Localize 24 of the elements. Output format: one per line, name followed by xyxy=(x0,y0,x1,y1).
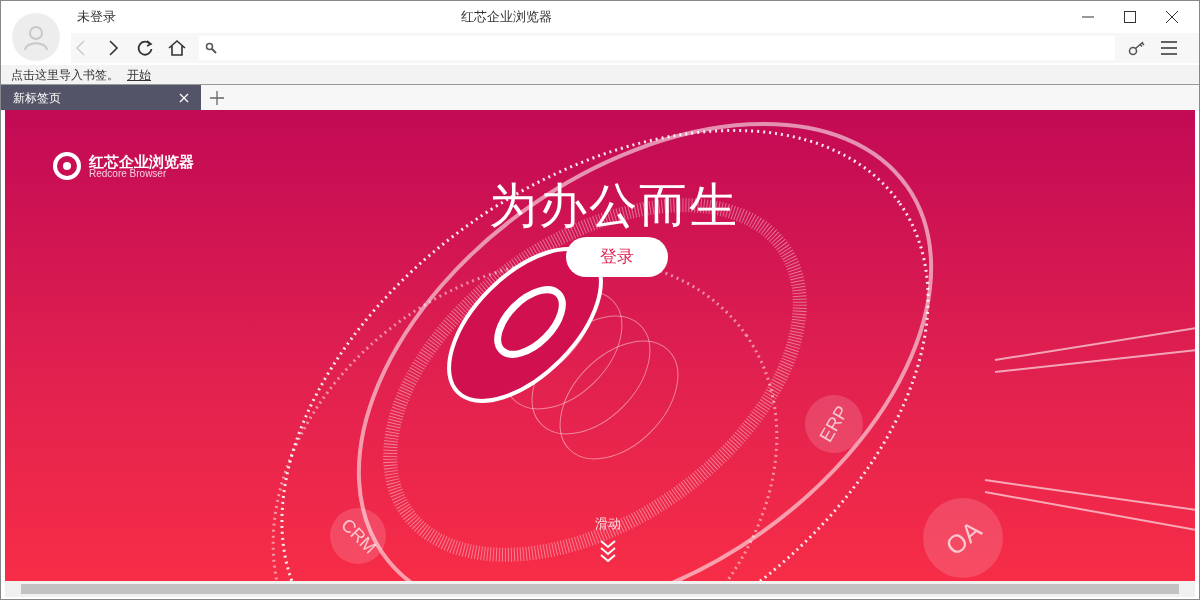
reload-icon[interactable] xyxy=(135,38,155,58)
new-tab-icon[interactable] xyxy=(209,89,225,106)
login-button[interactable]: 登录 xyxy=(566,237,668,277)
start-link[interactable]: 开始 xyxy=(127,65,151,84)
maximize-icon[interactable] xyxy=(1123,10,1137,24)
menu-icon[interactable] xyxy=(1159,38,1179,58)
logo-subtitle: Redcore Browser xyxy=(89,168,167,179)
close-icon[interactable] xyxy=(1165,10,1179,24)
browser-tab[interactable]: 新标签页 xyxy=(1,85,201,110)
login-status[interactable]: 未登录 xyxy=(71,7,461,27)
home-icon[interactable] xyxy=(167,38,187,58)
close-tab-icon[interactable] xyxy=(179,92,189,103)
scroll-hint: 滑动 xyxy=(595,515,621,533)
module-badge: OA xyxy=(923,498,1003,578)
logo-icon xyxy=(53,152,81,180)
horizontal-scrollbar[interactable] xyxy=(5,581,1195,597)
address-field[interactable] xyxy=(199,36,1115,60)
import-bookmarks-hint: 点击这里导入书签。 xyxy=(11,66,119,84)
key-icon[interactable] xyxy=(1127,38,1147,58)
window-title: 红芯企业浏览器 xyxy=(461,8,553,27)
slogan: 为办公而生 xyxy=(489,178,739,234)
double-chevron-down-icon xyxy=(598,537,618,562)
logo-name: 红芯企业浏览器 xyxy=(89,153,194,169)
search-icon xyxy=(205,42,217,54)
